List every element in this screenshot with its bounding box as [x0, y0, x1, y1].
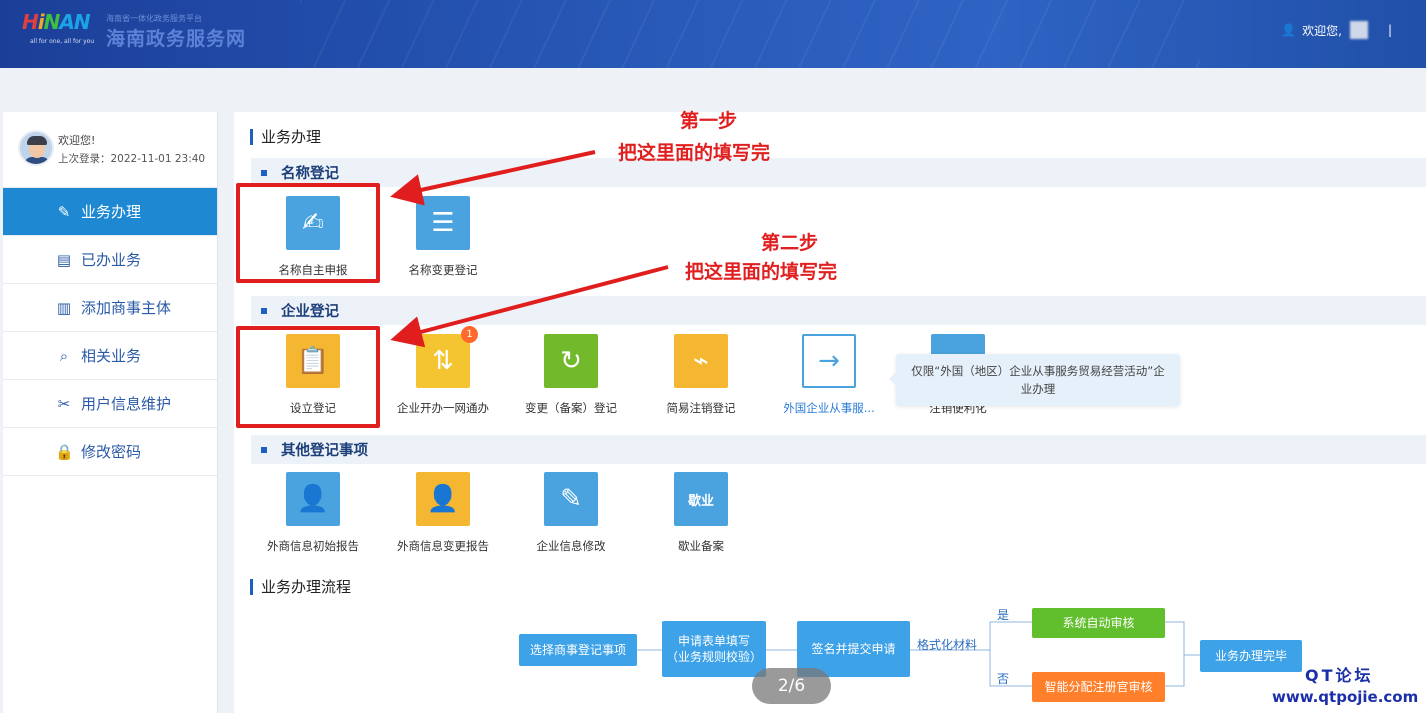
flow-step-complete: 业务办理完毕: [1200, 640, 1302, 672]
sidebar-item-user-info[interactable]: ✂ 用户信息维护: [3, 380, 217, 428]
annotation-step1-text: 把这里面的填写完: [618, 142, 771, 164]
tools-icon: ✂: [57, 394, 71, 413]
last-login: 上次登录：2022-11-01 23:40: [58, 153, 206, 165]
sidebar-item-business[interactable]: ✎ 业务办理: [3, 188, 217, 236]
annotation-step1-title: 第一步: [680, 110, 738, 132]
sidebar-item-label: 用户信息维护: [81, 395, 172, 413]
sidebar: 欢迎您! 上次登录：2022-11-01 23:40 ✎ 业务办理 ▤ 已办业务…: [3, 112, 218, 713]
edit-doc-icon: ✎: [57, 202, 71, 221]
sidebar-item-label: 添加商事主体: [81, 299, 172, 317]
annotation-box-step2: [236, 326, 380, 428]
profile-hello: 欢迎您!: [58, 134, 96, 147]
sidebar-item-label: 相关业务: [81, 347, 142, 365]
user-icon: 👤: [1281, 23, 1297, 37]
header-separator: |: [1387, 23, 1392, 37]
site-subtitle: 海南省一体化政务服务平台: [106, 14, 202, 23]
main-content: 业务办理 名称登记 ✍ 名称自主申报 ☰ 名称变更登记 企业登记 📋 设立登记 …: [234, 112, 1426, 713]
watermark-title: QT论坛: [1305, 666, 1374, 685]
sidebar-item-done[interactable]: ▤ 已办业务: [3, 236, 217, 284]
annotation-box-step1: [236, 183, 380, 283]
flow-no-label: 否: [997, 672, 1010, 686]
page-indicator[interactable]: 2/6: [752, 668, 831, 704]
user-welcome[interactable]: 👤 欢迎您, |: [1281, 21, 1392, 39]
avatar: [18, 130, 54, 166]
flow-yes-label: 是: [997, 608, 1010, 622]
user-profile: 欢迎您! 上次登录：2022-11-01 23:40: [3, 112, 217, 188]
annotation-step2-text: 把这里面的填写完: [685, 261, 838, 283]
flow-step-manual-review: 智能分配注册官审核: [1032, 672, 1165, 702]
site-title: 海南政务服务网: [106, 28, 247, 50]
done-doc-icon: ▤: [56, 250, 72, 269]
sidebar-item-related[interactable]: ⌕ 相关业务: [3, 332, 217, 380]
search-doc-icon: ⌕: [59, 346, 69, 365]
sidebar-item-label: 业务办理: [81, 203, 142, 221]
annotation-step2-title: 第二步: [761, 232, 819, 254]
flow-step-select: 选择商事登记事项: [519, 634, 637, 666]
flow-step-auto-review: 系统自动审核: [1032, 608, 1165, 638]
sidebar-item-add-entity[interactable]: ▥ 添加商事主体: [3, 284, 217, 332]
lock-icon: 🔒: [55, 442, 74, 461]
sidebar-item-password[interactable]: 🔒 修改密码: [3, 428, 217, 476]
building-icon: ▥: [56, 298, 72, 317]
site-logo[interactable]: HiNAN: [22, 10, 91, 34]
username-redacted: [1349, 21, 1368, 39]
welcome-text: 欢迎您,: [1302, 23, 1342, 38]
top-header: HiNAN all for one, all for you 海南省一体化政务服…: [0, 0, 1426, 68]
sidebar-item-label: 已办业务: [81, 251, 142, 269]
sidebar-item-label: 修改密码: [81, 443, 142, 461]
flow-edge-label: 格式化材料: [917, 638, 978, 652]
watermark-url: www.qtpojie.com: [1272, 688, 1419, 706]
flow-step-fill-form: 申请表单填写 （业务规则校验）: [662, 621, 766, 677]
logo-slogan: all for one, all for you: [30, 38, 95, 45]
